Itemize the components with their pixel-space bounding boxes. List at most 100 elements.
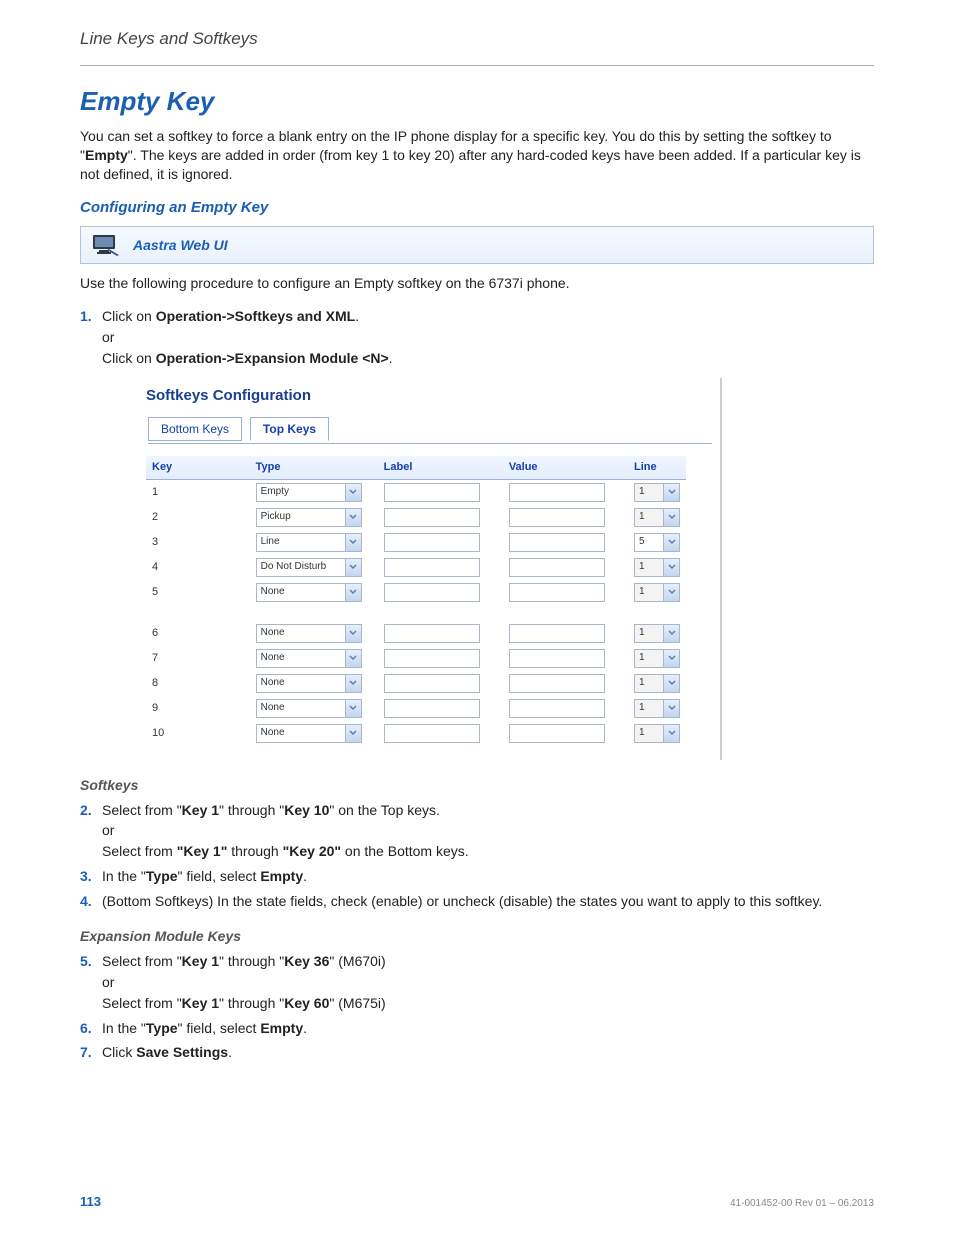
s5b3: Key 1 xyxy=(182,995,219,1011)
step-2: Select from "Key 1" through "Key 10" on … xyxy=(80,801,874,862)
page-number: 113 xyxy=(80,1193,101,1211)
type-dropdown[interactable]: None xyxy=(256,699,362,718)
table-row: 8None1 xyxy=(146,671,686,696)
line-dropdown[interactable]: 5 xyxy=(634,533,680,552)
s2b4: "Key 20" xyxy=(283,843,341,859)
chevron-down-icon xyxy=(345,509,361,526)
cell-key: 10 xyxy=(146,721,250,746)
tab-bottom-keys[interactable]: Bottom Keys xyxy=(148,417,242,441)
s2t2: " through " xyxy=(219,802,284,818)
label-input[interactable] xyxy=(384,624,480,643)
label-input[interactable] xyxy=(384,483,480,502)
step-4: (Bottom Softkeys) In the state fields, c… xyxy=(80,892,874,911)
breadcrumb: Line Keys and Softkeys xyxy=(80,28,874,51)
label-input[interactable] xyxy=(384,583,480,602)
s2t3: " on the Top keys. xyxy=(329,802,440,818)
type-dropdown[interactable]: Empty xyxy=(256,483,362,502)
s2t1: Select from " xyxy=(102,802,182,818)
tab-top-keys[interactable]: Top Keys xyxy=(250,417,329,441)
line-dropdown[interactable]: 1 xyxy=(634,649,680,668)
intro-bold: Empty xyxy=(85,147,128,163)
value-input[interactable] xyxy=(509,699,605,718)
cell-key: 3 xyxy=(146,530,250,555)
chevron-down-icon xyxy=(345,700,361,717)
s5t6: " (M675i) xyxy=(329,995,385,1011)
s2t5: through xyxy=(227,843,282,859)
step1-or: or xyxy=(102,328,874,347)
type-dropdown[interactable]: None xyxy=(256,649,362,668)
s6b1: Type xyxy=(146,1020,178,1036)
table-row: 6 None 1 xyxy=(146,621,686,646)
value-input[interactable] xyxy=(509,724,605,743)
step-7: Click Save Settings. xyxy=(80,1043,874,1062)
value-input[interactable] xyxy=(509,649,605,668)
steps-1: Click on Operation->Softkeys and XML. or… xyxy=(80,307,874,368)
doc-id: 41-001452-00 Rev 01 – 06.2013 xyxy=(730,1197,874,1211)
step-1: Click on Operation->Softkeys and XML. or… xyxy=(80,307,874,368)
chevron-down-icon xyxy=(663,725,679,742)
label-input[interactable] xyxy=(384,649,480,668)
label-input[interactable] xyxy=(384,533,480,552)
value-input[interactable] xyxy=(509,558,605,577)
screenshot-title: Softkeys Configuration xyxy=(140,378,720,416)
s3t2: " field, select xyxy=(178,868,261,884)
col-key: Key xyxy=(146,456,250,479)
type-dropdown[interactable]: None xyxy=(256,724,362,743)
value-input[interactable] xyxy=(509,583,605,602)
table-row: 7None1 xyxy=(146,646,686,671)
s7t2: . xyxy=(228,1044,232,1060)
type-dropdown[interactable]: Line xyxy=(256,533,362,552)
step-3: In the "Type" field, select Empty. xyxy=(80,867,874,886)
s2b2: Key 10 xyxy=(284,802,329,818)
table-row: 2Pickup1 xyxy=(146,505,686,530)
chevron-down-icon xyxy=(345,625,361,642)
label-input[interactable] xyxy=(384,558,480,577)
cell-key: 4 xyxy=(146,555,250,580)
chevron-down-icon xyxy=(663,534,679,551)
line-dropdown[interactable]: 1 xyxy=(634,624,680,643)
type-dropdown[interactable]: None xyxy=(256,583,362,602)
cell-key: 1 xyxy=(146,479,250,505)
line-dropdown[interactable]: 1 xyxy=(634,508,680,527)
col-label: Label xyxy=(378,456,503,479)
type-dropdown[interactable]: Do Not Disturb xyxy=(256,558,362,577)
value-input[interactable] xyxy=(509,483,605,502)
line-dropdown[interactable]: 1 xyxy=(634,483,680,502)
label-input[interactable] xyxy=(384,724,480,743)
col-type: Type xyxy=(250,456,378,479)
s3t1: In the " xyxy=(102,868,146,884)
label-input[interactable] xyxy=(384,699,480,718)
table-row: 4 Do Not Disturb 1 xyxy=(146,555,686,580)
value-input[interactable] xyxy=(509,674,605,693)
value-input[interactable] xyxy=(509,533,605,552)
s2t4: Select from xyxy=(102,843,177,859)
table-header-row: Key Type Label Value Line xyxy=(146,456,686,479)
label-input[interactable] xyxy=(384,674,480,693)
tab-bar: Bottom Keys Top Keys xyxy=(148,416,720,444)
type-dropdown[interactable]: None xyxy=(256,624,362,643)
s5b2: Key 36 xyxy=(284,953,329,969)
line-dropdown[interactable]: 1 xyxy=(634,558,680,577)
intro-paragraph: You can set a softkey to force a blank e… xyxy=(80,127,874,184)
softkeys-screenshot: Softkeys Configuration Bottom Keys Top K… xyxy=(140,378,722,760)
line-dropdown[interactable]: 1 xyxy=(634,699,680,718)
page-footer: 113 41-001452-00 Rev 01 – 06.2013 xyxy=(80,1193,874,1211)
type-dropdown[interactable]: None xyxy=(256,674,362,693)
cell-key: 5 xyxy=(146,580,250,605)
chevron-down-icon xyxy=(663,584,679,601)
monitor-icon xyxy=(91,233,121,257)
value-input[interactable] xyxy=(509,624,605,643)
value-input[interactable] xyxy=(509,508,605,527)
line-dropdown[interactable]: 1 xyxy=(634,583,680,602)
subhead-expansion: Expansion Module Keys xyxy=(80,927,874,946)
table-row: 3 Line 5 xyxy=(146,530,686,555)
s3b1: Type xyxy=(146,868,178,884)
chevron-down-icon xyxy=(345,725,361,742)
step1-b1: Operation->Softkeys and XML xyxy=(156,308,356,324)
type-dropdown[interactable]: Pickup xyxy=(256,508,362,527)
label-input[interactable] xyxy=(384,508,480,527)
cell-key: 6 xyxy=(146,621,250,646)
step1-b2: Operation->Expansion Module <N> xyxy=(156,350,389,366)
line-dropdown[interactable]: 1 xyxy=(634,674,680,693)
line-dropdown[interactable]: 1 xyxy=(634,724,680,743)
